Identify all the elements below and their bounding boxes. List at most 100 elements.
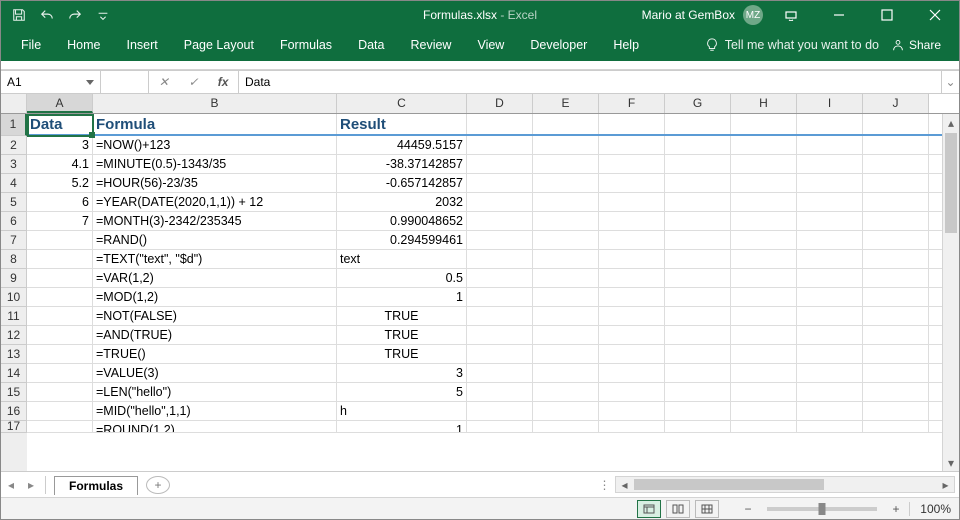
cell[interactable]: text bbox=[337, 250, 467, 268]
row-header-15[interactable]: 15 bbox=[1, 383, 27, 402]
cell[interactable] bbox=[665, 345, 731, 363]
cell[interactable] bbox=[27, 250, 93, 268]
cell[interactable] bbox=[467, 250, 533, 268]
cell[interactable] bbox=[665, 421, 731, 432]
cell[interactable]: Formula bbox=[93, 114, 337, 134]
cell[interactable]: =RAND() bbox=[93, 231, 337, 249]
view-page-break-icon[interactable] bbox=[695, 500, 719, 518]
cell[interactable]: 5 bbox=[337, 383, 467, 401]
cell[interactable] bbox=[533, 364, 599, 382]
cell[interactable] bbox=[863, 212, 929, 230]
tab-split-icon[interactable]: ⋮ bbox=[595, 478, 615, 492]
cell[interactable] bbox=[863, 307, 929, 325]
cell[interactable] bbox=[665, 269, 731, 287]
cell[interactable]: =MOD(1,2) bbox=[93, 288, 337, 306]
cell[interactable] bbox=[863, 193, 929, 211]
cells-area[interactable]: Data Formula Result 3=NOW()+12344459.515… bbox=[27, 114, 959, 471]
cell[interactable]: =YEAR(DATE(2020,1,1)) + 12 bbox=[93, 193, 337, 211]
cell[interactable] bbox=[731, 250, 797, 268]
cell[interactable] bbox=[599, 114, 665, 134]
add-sheet-icon[interactable]: + bbox=[146, 476, 170, 494]
col-header-E[interactable]: E bbox=[533, 94, 599, 113]
cell[interactable] bbox=[599, 250, 665, 268]
row-header-10[interactable]: 10 bbox=[1, 288, 27, 307]
cell[interactable] bbox=[797, 421, 863, 432]
cell[interactable] bbox=[863, 269, 929, 287]
cell[interactable] bbox=[27, 402, 93, 420]
cell[interactable] bbox=[599, 402, 665, 420]
cell[interactable]: =MONTH(3)-2342/235345 bbox=[93, 212, 337, 230]
scroll-thumb[interactable] bbox=[634, 479, 824, 490]
select-all-corner[interactable] bbox=[1, 94, 27, 114]
tab-data[interactable]: Data bbox=[346, 32, 396, 58]
cell[interactable]: =NOW()+123 bbox=[93, 136, 337, 154]
cell[interactable] bbox=[863, 250, 929, 268]
cell[interactable] bbox=[797, 250, 863, 268]
tab-review[interactable]: Review bbox=[398, 32, 463, 58]
cell[interactable]: 7 bbox=[27, 212, 93, 230]
row-header-8[interactable]: 8 bbox=[1, 250, 27, 269]
cell[interactable] bbox=[665, 155, 731, 173]
cell[interactable] bbox=[797, 345, 863, 363]
row-header-17[interactable]: 17 bbox=[1, 421, 27, 433]
col-header-F[interactable]: F bbox=[599, 94, 665, 113]
cell[interactable] bbox=[467, 212, 533, 230]
zoom-out-icon[interactable]: − bbox=[741, 502, 755, 516]
cell[interactable] bbox=[665, 174, 731, 192]
cell[interactable] bbox=[533, 269, 599, 287]
cell[interactable] bbox=[797, 269, 863, 287]
minimize-icon[interactable] bbox=[819, 1, 859, 29]
cell[interactable]: =NOT(FALSE) bbox=[93, 307, 337, 325]
tab-home[interactable]: Home bbox=[55, 32, 112, 58]
cell[interactable] bbox=[731, 364, 797, 382]
cell[interactable]: 1 bbox=[337, 288, 467, 306]
cell[interactable] bbox=[533, 402, 599, 420]
cell[interactable] bbox=[665, 402, 731, 420]
cell[interactable] bbox=[533, 326, 599, 344]
cell[interactable] bbox=[731, 383, 797, 401]
row-header-4[interactable]: 4 bbox=[1, 174, 27, 193]
sheet-nav-next-icon[interactable]: ▸ bbox=[21, 478, 41, 492]
cell[interactable] bbox=[27, 383, 93, 401]
cell[interactable]: TRUE bbox=[337, 326, 467, 344]
cell[interactable] bbox=[599, 155, 665, 173]
cell[interactable] bbox=[599, 269, 665, 287]
cell[interactable]: Data bbox=[27, 114, 93, 134]
cell[interactable] bbox=[863, 114, 929, 134]
name-box[interactable]: A1 bbox=[1, 71, 101, 93]
cell[interactable] bbox=[863, 288, 929, 306]
horizontal-scrollbar[interactable]: ◂ ▸ bbox=[615, 476, 955, 493]
qat-customize-icon[interactable] bbox=[91, 3, 115, 27]
view-page-layout-icon[interactable] bbox=[666, 500, 690, 518]
cell[interactable] bbox=[27, 345, 93, 363]
cell[interactable] bbox=[731, 174, 797, 192]
cell[interactable] bbox=[533, 174, 599, 192]
cell[interactable] bbox=[665, 136, 731, 154]
cell[interactable] bbox=[467, 269, 533, 287]
cell[interactable] bbox=[467, 193, 533, 211]
cell[interactable] bbox=[731, 231, 797, 249]
maximize-icon[interactable] bbox=[867, 1, 907, 29]
cell[interactable] bbox=[797, 402, 863, 420]
scroll-down-icon[interactable]: ▾ bbox=[943, 454, 959, 471]
cell[interactable] bbox=[467, 383, 533, 401]
cell[interactable] bbox=[599, 421, 665, 432]
cell[interactable] bbox=[797, 136, 863, 154]
tell-me-search[interactable]: Tell me what you want to do bbox=[705, 38, 879, 52]
cell[interactable] bbox=[467, 345, 533, 363]
cell[interactable] bbox=[665, 307, 731, 325]
cell[interactable] bbox=[797, 212, 863, 230]
cell[interactable] bbox=[731, 193, 797, 211]
cell[interactable] bbox=[797, 193, 863, 211]
cell[interactable] bbox=[731, 307, 797, 325]
cell[interactable]: =LEN("hello") bbox=[93, 383, 337, 401]
zoom-knob[interactable] bbox=[819, 503, 826, 515]
cell[interactable] bbox=[797, 383, 863, 401]
view-normal-icon[interactable] bbox=[637, 500, 661, 518]
cell[interactable] bbox=[797, 231, 863, 249]
cell[interactable]: 44459.5157 bbox=[337, 136, 467, 154]
cell[interactable] bbox=[797, 114, 863, 134]
cell[interactable]: 0.294599461 bbox=[337, 231, 467, 249]
row-header-14[interactable]: 14 bbox=[1, 364, 27, 383]
cell[interactable]: -38.37142857 bbox=[337, 155, 467, 173]
